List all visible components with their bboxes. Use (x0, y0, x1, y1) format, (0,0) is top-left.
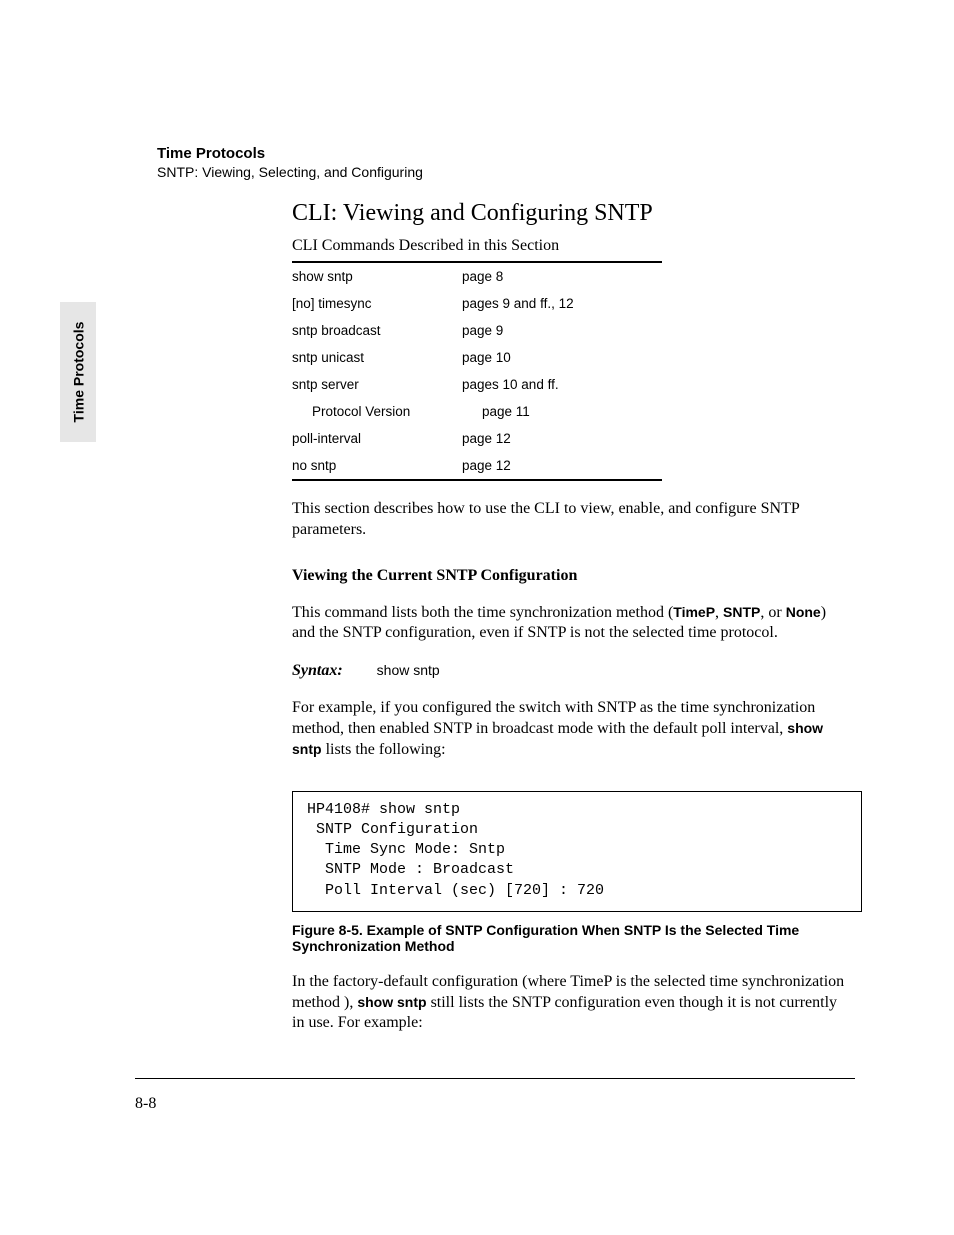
command-page: pages 9 and ff., 12 (462, 296, 662, 311)
command-name: [no] timesync (292, 296, 462, 311)
section-title: CLI: Viewing and Configuring SNTP (292, 200, 852, 227)
syntax-command: show sntp (377, 662, 440, 678)
page-number: 8-8 (135, 1095, 156, 1113)
table-row: no sntppage 12 (292, 452, 662, 479)
command-name: poll-interval (292, 431, 462, 446)
command-page: page 9 (462, 323, 662, 338)
table-row: poll-intervalpage 12 (292, 425, 662, 452)
command-name: sntp server (292, 377, 462, 392)
page-header: Time Protocols SNTP: Viewing, Selecting,… (157, 145, 423, 180)
command-name: no sntp (292, 458, 462, 473)
command-page: page 12 (462, 431, 662, 446)
example-post: lists the following: (322, 741, 446, 758)
table-row: sntp serverpages 10 and ff. (292, 371, 662, 398)
figure-caption: Figure 8-5. Example of SNTP Configuratio… (292, 922, 832, 954)
closing-bold: show sntp (357, 994, 426, 1010)
subhead-viewing: Viewing the Current SNTP Configuration (292, 567, 852, 585)
footer-rule (135, 1078, 855, 1079)
desc-sep2: , or (760, 604, 785, 621)
header-subtitle: SNTP: Viewing, Selecting, and Configurin… (157, 164, 423, 180)
code-block: HP4108# show sntp SNTP Configuration Tim… (292, 791, 862, 912)
commands-table: show sntppage 8[no] timesyncpages 9 and … (292, 261, 662, 481)
table-row: sntp broadcastpage 9 (292, 317, 662, 344)
command-page: page 8 (462, 269, 662, 284)
example-paragraph: For example, if you configured the switc… (292, 698, 852, 760)
desc-sep1: , (715, 604, 723, 621)
command-page: page 10 (462, 350, 662, 365)
command-name: Protocol Version (292, 404, 482, 419)
table-row: sntp unicastpage 10 (292, 344, 662, 371)
closing-paragraph: In the factory-default configuration (wh… (292, 972, 852, 1034)
command-page: pages 10 and ff. (462, 377, 662, 392)
header-title: Time Protocols (157, 145, 423, 162)
syntax-line: Syntax: show sntp (292, 662, 852, 680)
table-row: Protocol Versionpage 11 (292, 398, 662, 425)
desc-bold-none: None (786, 604, 821, 620)
command-name: sntp unicast (292, 350, 462, 365)
desc-bold-timep: TimeP (673, 604, 715, 620)
desc-pre: This command lists both the time synchro… (292, 604, 673, 621)
command-page: page 11 (482, 404, 662, 419)
command-name: show sntp (292, 269, 462, 284)
intro-paragraph: This section describes how to use the CL… (292, 499, 852, 541)
command-name: sntp broadcast (292, 323, 462, 338)
side-tab: Time Protocols (60, 302, 96, 442)
side-tab-label: Time Protocols (70, 322, 86, 423)
table-row: show sntppage 8 (292, 263, 662, 290)
table-caption: CLI Commands Described in this Section (292, 237, 852, 255)
table-row: [no] timesyncpages 9 and ff., 12 (292, 290, 662, 317)
desc-paragraph: This command lists both the time synchro… (292, 603, 852, 645)
syntax-label: Syntax: (292, 662, 343, 679)
command-page: page 12 (462, 458, 662, 473)
example-pre: For example, if you configured the switc… (292, 699, 815, 737)
desc-bold-sntp: SNTP (723, 604, 760, 620)
content-area: CLI: Viewing and Configuring SNTP CLI Co… (292, 200, 852, 1034)
